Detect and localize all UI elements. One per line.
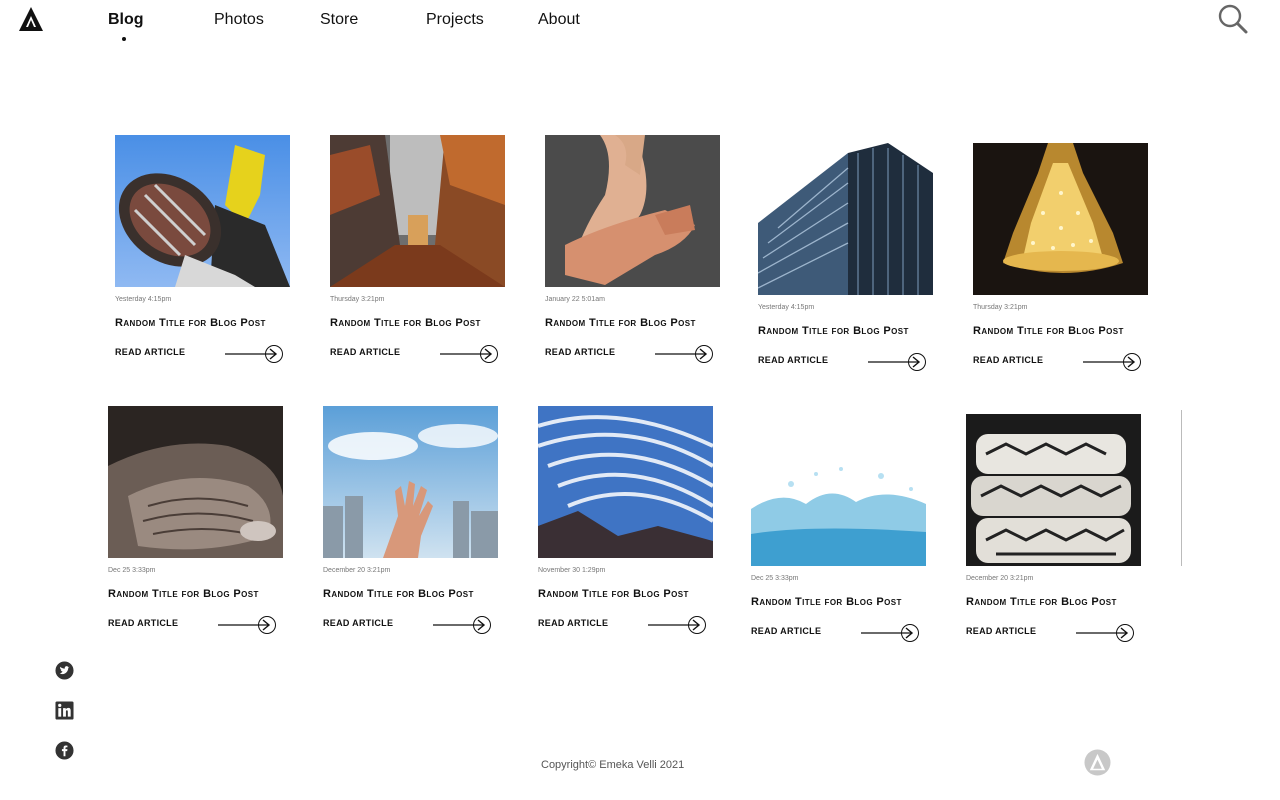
read-article-link[interactable]: READ ARTICLE xyxy=(108,618,178,628)
post-thumbnail[interactable] xyxy=(115,135,290,287)
read-article-link[interactable]: READ ARTICLE xyxy=(751,626,821,636)
blog-card[interactable]: January 22 5:01am Random Title for Blog … xyxy=(545,135,735,364)
arrow-right-icon[interactable] xyxy=(866,352,928,372)
nav-item-projects[interactable]: Projects xyxy=(426,11,484,29)
arrow-right-icon[interactable] xyxy=(859,623,921,643)
post-title[interactable]: Random Title for Blog Post xyxy=(538,588,728,600)
post-thumbnail[interactable] xyxy=(966,414,1141,566)
divider xyxy=(1181,410,1182,566)
post-title[interactable]: Random Title for Blog Post xyxy=(323,588,513,600)
arrow-right-icon[interactable] xyxy=(223,344,285,364)
post-date: Thursday 3:21pm xyxy=(973,304,1028,311)
facebook-icon[interactable] xyxy=(55,741,74,760)
read-article-link[interactable]: READ ARTICLE xyxy=(545,347,615,357)
nav-item-about[interactable]: About xyxy=(538,11,580,29)
post-date: Dec 25 3:33pm xyxy=(751,575,799,582)
read-article-link[interactable]: READ ARTICLE xyxy=(330,347,400,357)
nav-item-photos[interactable]: Photos xyxy=(214,11,264,29)
arrow-right-icon[interactable] xyxy=(431,615,493,635)
blog-card[interactable]: November 30 1:29pm Random Title for Blog… xyxy=(538,406,728,635)
post-thumbnail[interactable] xyxy=(545,135,720,287)
post-thumbnail[interactable] xyxy=(323,406,498,558)
twitter-icon[interactable] xyxy=(55,661,74,680)
post-title[interactable]: Random Title for Blog Post xyxy=(108,588,298,600)
read-article-link[interactable]: READ ARTICLE xyxy=(758,355,828,365)
blog-card[interactable]: Dec 25 3:33pm Random Title for Blog Post… xyxy=(751,414,941,643)
linkedin-icon[interactable] xyxy=(55,701,74,720)
blog-card[interactable]: Thursday 3:21pm Random Title for Blog Po… xyxy=(330,135,520,364)
blog-card[interactable]: Dec 25 3:33pm Random Title for Blog Post… xyxy=(108,406,298,635)
active-indicator xyxy=(122,37,126,41)
post-title[interactable]: Random Title for Blog Post xyxy=(966,596,1156,608)
read-article-link[interactable]: READ ARTICLE xyxy=(973,355,1043,365)
post-title[interactable]: Random Title for Blog Post xyxy=(973,325,1163,337)
read-article-link[interactable]: READ ARTICLE xyxy=(966,626,1036,636)
blog-card[interactable]: Thursday 3:21pm Random Title for Blog Po… xyxy=(973,143,1163,372)
post-date: December 20 3:21pm xyxy=(323,567,391,574)
post-thumbnail[interactable] xyxy=(751,414,926,566)
post-thumbnail[interactable] xyxy=(538,406,713,558)
post-date: Yesterday 4:15pm xyxy=(115,296,172,303)
logo-icon[interactable] xyxy=(18,6,44,32)
post-date: Dec 25 3:33pm xyxy=(108,567,156,574)
post-date: January 22 5:01am xyxy=(545,296,605,303)
blog-card[interactable]: Yesterday 4:15pm Random Title for Blog P… xyxy=(115,135,305,364)
read-article-link[interactable]: READ ARTICLE xyxy=(538,618,608,628)
blog-card[interactable]: Yesterday 4:15pm Random Title for Blog P… xyxy=(758,143,948,372)
post-thumbnail[interactable] xyxy=(758,143,933,295)
post-thumbnail[interactable] xyxy=(330,135,505,287)
post-thumbnail[interactable] xyxy=(108,406,283,558)
arrow-right-icon[interactable] xyxy=(438,344,500,364)
arrow-up-icon[interactable] xyxy=(1084,749,1111,776)
blog-card[interactable]: December 20 3:21pm Random Title for Blog… xyxy=(966,414,1156,643)
post-title[interactable]: Random Title for Blog Post xyxy=(545,317,735,329)
arrow-right-icon[interactable] xyxy=(1074,623,1136,643)
copyright-text: Copyright© Emeka Velli 2021 xyxy=(541,759,685,771)
blog-card[interactable]: December 20 3:21pm Random Title for Blog… xyxy=(323,406,513,635)
post-title[interactable]: Random Title for Blog Post xyxy=(330,317,520,329)
post-date: Yesterday 4:15pm xyxy=(758,304,815,311)
nav-item-blog[interactable]: Blog xyxy=(108,11,144,29)
post-date: November 30 1:29pm xyxy=(538,567,606,574)
search-icon[interactable] xyxy=(1217,3,1249,35)
arrow-right-icon[interactable] xyxy=(216,615,278,635)
post-thumbnail[interactable] xyxy=(973,143,1148,295)
arrow-right-icon[interactable] xyxy=(1081,352,1143,372)
read-article-link[interactable]: READ ARTICLE xyxy=(323,618,393,628)
post-title[interactable]: Random Title for Blog Post xyxy=(751,596,941,608)
nav-item-store[interactable]: Store xyxy=(320,11,358,29)
arrow-right-icon[interactable] xyxy=(653,344,715,364)
post-date: December 20 3:21pm xyxy=(966,575,1034,582)
arrow-right-icon[interactable] xyxy=(646,615,708,635)
post-title[interactable]: Random Title for Blog Post xyxy=(115,317,305,329)
read-article-link[interactable]: READ ARTICLE xyxy=(115,347,185,357)
post-date: Thursday 3:21pm xyxy=(330,296,385,303)
post-title[interactable]: Random Title for Blog Post xyxy=(758,325,948,337)
